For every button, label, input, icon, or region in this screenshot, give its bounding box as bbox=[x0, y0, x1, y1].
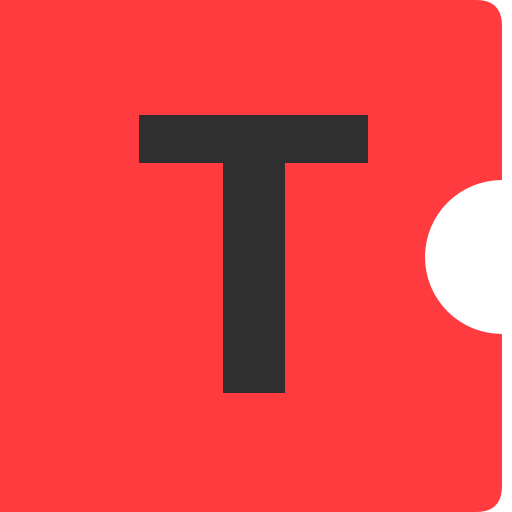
letter-t-stem bbox=[223, 115, 285, 393]
app-icon-canvas: T bbox=[0, 0, 512, 512]
ticket-logo-icon bbox=[0, 0, 502, 512]
